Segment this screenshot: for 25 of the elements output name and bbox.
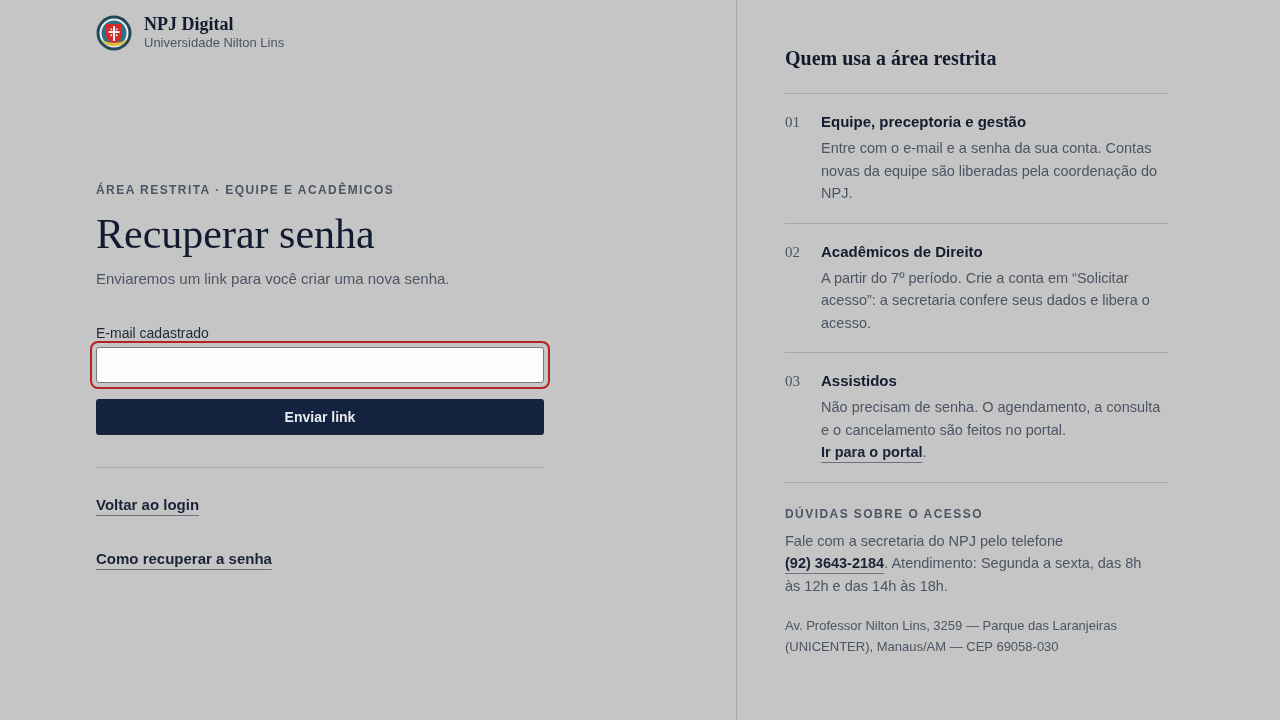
panel-title: Quem usa a área restrita xyxy=(785,46,998,71)
item-description: A partir do 7º período. Crie a conta em “Solicitar acesso”: a secretaria confere seus dados e libera o acesso. xyxy=(821,268,1151,333)
submit-button[interactable]: Enviar link xyxy=(96,399,544,435)
email-field[interactable] xyxy=(90,341,550,389)
address-text: Av. Professor Nilton Lins, 3259 — Parque das Laranjeiras (UNICENTER), Manaus/AM — CEP 69058-030 xyxy=(785,617,1118,656)
brand-subtitle: Universidade Nilton Lins xyxy=(144,35,285,51)
portal-link[interactable]: Ir para o portal xyxy=(821,444,923,460)
item-number: 03 xyxy=(785,372,801,391)
item-title: Acadêmicos de Direito xyxy=(821,241,984,262)
text-link[interactable]: Voltar ao login xyxy=(96,495,200,515)
email-label: E-mail cadastrado xyxy=(96,325,210,341)
contact-text: Fale com a secretaria do NPJ pelo telefone (92) 3643-2184. Atendimento: Segunda a sexta, das 8h às 12h e das 14h às 18h. xyxy=(785,531,1143,596)
page-subtitle: Enviaremos um link para você criar uma nova senha. xyxy=(96,269,451,289)
item-description: Entre com o e-mail e a senha da sua conta. Contas novas da equipe são liberadas pela coordenação do NPJ. xyxy=(821,139,1159,203)
contact-heading: DÚVIDAS SOBRE O ACESSO xyxy=(785,505,984,522)
item-number: 01 xyxy=(785,113,801,132)
shield-logo-icon xyxy=(96,14,132,51)
text-link[interactable]: Como recuperar a senha xyxy=(96,549,272,569)
brand-name: NPJ Digital xyxy=(144,14,235,34)
item-number: 02 xyxy=(785,242,801,262)
section-eyebrow: ÁREA RESTRITA · EQUIPE E ACADÊMICOS xyxy=(96,182,396,198)
item-title: Equipe, preceptoria e gestão xyxy=(821,112,1028,132)
item-title: Assistidos xyxy=(821,371,898,391)
item-description: Não precisam de senha. O agendamento, a consulta e o cancelamento são feitos no portal. Ir para o portal. xyxy=(821,398,1162,462)
page-title: Recuperar senha xyxy=(96,210,376,258)
